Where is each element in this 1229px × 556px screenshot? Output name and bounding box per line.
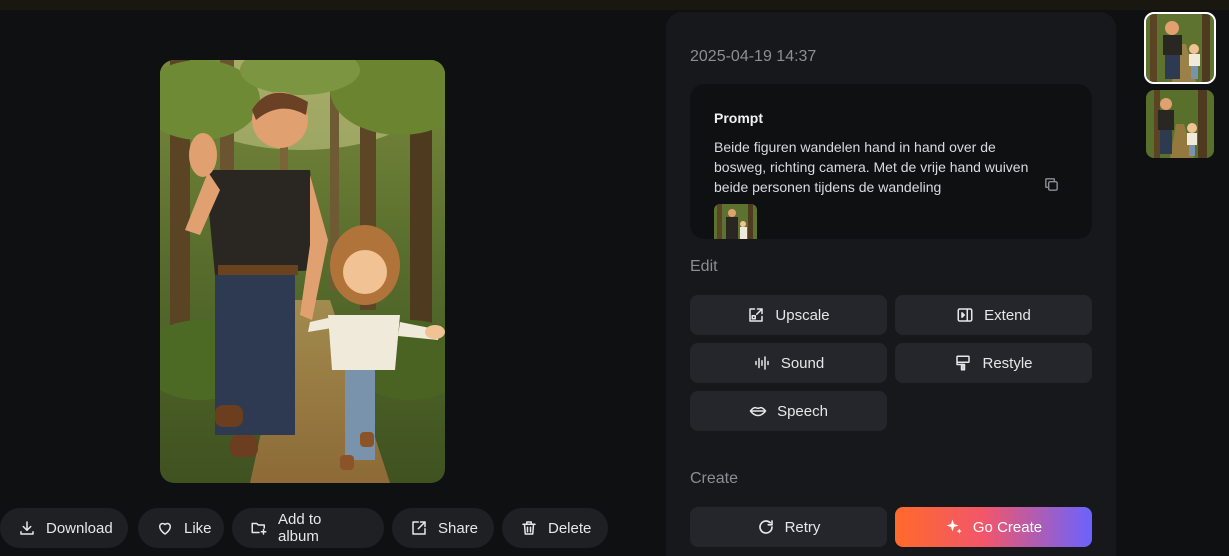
- extend-button[interactable]: Extend: [895, 295, 1092, 335]
- upscale-label: Upscale: [775, 306, 830, 324]
- share-button[interactable]: Share: [392, 508, 494, 548]
- prompt-text: Beide figuren wandelen hand in hand over…: [714, 139, 1029, 195]
- share-label: Share: [438, 519, 479, 537]
- speech-label: Speech: [777, 402, 828, 420]
- sound-label: Sound: [780, 354, 825, 372]
- heart-icon: [159, 522, 171, 535]
- delete-label: Delete: [548, 519, 592, 537]
- extend-icon: [957, 308, 973, 322]
- paint-roller-icon: [956, 355, 971, 371]
- thumbnail-1[interactable]: [1144, 12, 1216, 84]
- sparkle-icon: [946, 519, 962, 534]
- add-to-album-button[interactable]: Add to album: [232, 508, 384, 548]
- extend-label: Extend: [984, 306, 1031, 324]
- download-button[interactable]: Download: [0, 508, 128, 548]
- sound-button[interactable]: Sound: [690, 343, 887, 383]
- share-icon: [412, 521, 426, 535]
- go-create-button[interactable]: Go Create: [895, 507, 1092, 547]
- copy-icon[interactable]: [1043, 176, 1060, 193]
- trash-icon: [522, 521, 536, 535]
- top-bar: [0, 0, 1229, 10]
- thumbnail-2[interactable]: [1146, 90, 1214, 158]
- restyle-button[interactable]: Restyle: [895, 343, 1092, 383]
- create-section-label: Create: [690, 470, 739, 487]
- upscale-icon: [749, 308, 764, 322]
- retry-label: Retry: [784, 518, 821, 536]
- go-create-label: Go Create: [972, 518, 1043, 536]
- like-button[interactable]: Like: [138, 508, 224, 548]
- download-icon: [20, 521, 34, 535]
- sound-wave-icon: [755, 356, 769, 370]
- prompt-reference-thumbnail[interactable]: [714, 204, 757, 239]
- retry-button[interactable]: Retry: [690, 507, 887, 547]
- detail-panel: 2025-04-19 14:37 Prompt Beide figuren wa…: [666, 12, 1116, 556]
- add-album-icon: [251, 522, 267, 535]
- speech-button[interactable]: Speech: [690, 391, 887, 431]
- like-label: Like: [184, 519, 212, 537]
- download-label: Download: [46, 519, 113, 537]
- prompt-card: Prompt Beide figuren wandelen hand in ha…: [690, 84, 1092, 239]
- retry-icon: [758, 520, 773, 534]
- upscale-button[interactable]: Upscale: [690, 295, 887, 335]
- preview-image: [160, 60, 445, 483]
- edit-section-label: Edit: [690, 258, 718, 275]
- delete-button[interactable]: Delete: [502, 508, 608, 548]
- add-to-album-label: Add to album: [278, 511, 322, 545]
- timestamp: 2025-04-19 14:37: [690, 48, 817, 65]
- restyle-label: Restyle: [982, 354, 1033, 372]
- prompt-title: Prompt: [714, 110, 763, 126]
- lips-icon: [749, 406, 767, 417]
